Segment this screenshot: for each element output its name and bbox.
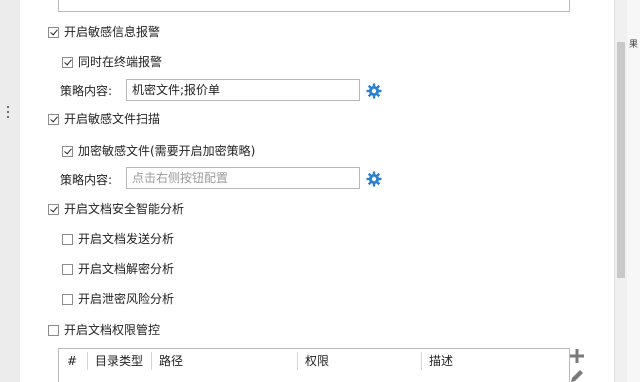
doc-permission-label: 开启文档权限管控 (64, 323, 161, 337)
leak-risk-analysis-checkbox[interactable] (62, 293, 73, 305)
doc-send-analysis-label: 开启文档发送分析 (78, 232, 175, 246)
drag-handle-icon[interactable] (7, 106, 10, 124)
column-divider[interactable] (87, 352, 88, 370)
column-header-dir-type[interactable]: 目录类型 (95, 349, 143, 373)
top-text-area[interactable] (58, 0, 570, 12)
pencil-icon[interactable] (569, 368, 585, 382)
sensitive-file-scan-checkbox[interactable] (48, 113, 59, 125)
sensitive-info-alert-checkbox[interactable] (48, 26, 59, 38)
scrollbar-thumb[interactable] (617, 42, 625, 278)
policy-content-label-1: 策略内容: (60, 84, 113, 98)
column-header-path[interactable]: 路径 (159, 349, 183, 373)
encrypt-sensitive-label: 加密敏感文件(需要开启加密策略) (78, 144, 256, 158)
right-edge-panel: 果 (627, 0, 640, 382)
encrypt-sensitive-checkbox[interactable] (62, 145, 73, 157)
sensitive-info-alert-label: 开启敏感信息报警 (64, 25, 161, 39)
terminal-alert-label: 同时在终端报警 (78, 55, 163, 69)
sensitive-info-alert-option[interactable]: 开启敏感信息报警 (48, 23, 160, 41)
terminal-alert-checkbox[interactable] (62, 56, 73, 68)
policy-content-input-2[interactable]: 点击右侧按钮配置 (126, 167, 360, 189)
settings-panel: 开启敏感信息报警 同时在终端报警 策略内容: 机密文件;报价单 开启敏感文件扫描… (20, 0, 614, 382)
plus-icon[interactable] (569, 348, 585, 364)
sensitive-file-scan-label: 开启敏感文件扫描 (64, 112, 161, 126)
doc-permission-option[interactable]: 开启文档权限管控 (48, 321, 160, 339)
leak-risk-analysis-label: 开启泄密风险分析 (78, 292, 175, 306)
column-header-index[interactable]: # (67, 349, 77, 373)
permission-table: # 目录类型 路径 权限 描述 (58, 348, 570, 382)
doc-decrypt-analysis-checkbox[interactable] (62, 263, 73, 275)
leak-risk-analysis-option[interactable]: 开启泄密风险分析 (62, 290, 174, 308)
doc-permission-checkbox[interactable] (48, 324, 59, 336)
column-header-description[interactable]: 描述 (429, 349, 453, 373)
doc-send-analysis-checkbox[interactable] (62, 233, 73, 245)
vertical-scrollbar[interactable] (614, 0, 627, 382)
doc-security-analysis-label: 开启文档安全智能分析 (64, 202, 185, 216)
column-divider[interactable] (151, 352, 152, 370)
sensitive-file-scan-option[interactable]: 开启敏感文件扫描 (48, 110, 160, 128)
doc-decrypt-analysis-option[interactable]: 开启文档解密分析 (62, 260, 174, 278)
column-header-permission[interactable]: 权限 (305, 349, 329, 373)
terminal-alert-option[interactable]: 同时在终端报警 (62, 53, 162, 71)
gear-icon[interactable] (366, 171, 382, 187)
permission-table-header: # 目录类型 路径 权限 描述 (59, 349, 569, 373)
gear-icon[interactable] (366, 83, 382, 99)
encrypt-sensitive-option[interactable]: 加密敏感文件(需要开启加密策略) (62, 142, 255, 160)
column-divider[interactable] (421, 352, 422, 370)
right-edge-text: 果 (629, 40, 639, 50)
doc-security-analysis-option[interactable]: 开启文档安全智能分析 (48, 200, 184, 218)
doc-send-analysis-option[interactable]: 开启文档发送分析 (62, 230, 174, 248)
column-divider[interactable] (297, 352, 298, 370)
doc-decrypt-analysis-label: 开启文档解密分析 (78, 262, 175, 276)
policy-content-input-1[interactable]: 机密文件;报价单 (126, 79, 360, 101)
left-splitter (0, 0, 20, 382)
doc-security-analysis-checkbox[interactable] (48, 203, 59, 215)
policy-content-label-2: 策略内容: (60, 173, 113, 187)
